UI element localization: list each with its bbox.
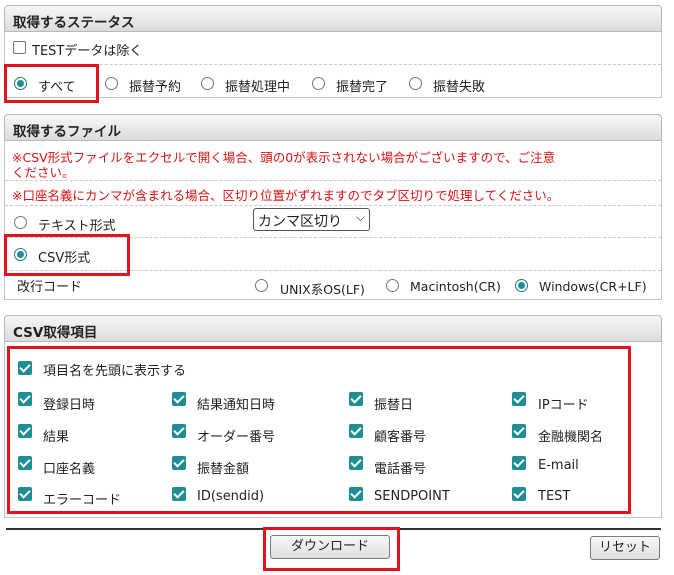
newline-radio-mac[interactable]	[386, 279, 399, 292]
newline-label: 改行コード	[17, 280, 83, 295]
csv-note-line2: ください。	[12, 165, 75, 180]
comma-note: ※口座名義にカンマが含まれる場合、区切り位置がずれますのでタブ区切りで処理してく…	[12, 188, 560, 203]
status-label-processing: 振替処理中	[225, 80, 291, 95]
delimiter-select[interactable]: カンマ区切り ⌵	[253, 208, 370, 231]
format-radio-text[interactable]	[14, 216, 27, 229]
status-radio-completed[interactable]	[312, 77, 325, 90]
highlight-csv-format	[4, 234, 130, 276]
status-radio-failed[interactable]	[409, 77, 422, 90]
divider	[5, 64, 661, 65]
status-section-title: 取得するステータス	[13, 15, 135, 31]
divider	[5, 205, 661, 206]
highlight-all-status	[4, 64, 99, 103]
status-radio-scheduled[interactable]	[105, 77, 118, 90]
exclude-test-label: TESTデータは除く	[32, 44, 143, 59]
delimiter-select-value: カンマ区切り	[258, 214, 342, 230]
exclude-test-checkbox[interactable]	[13, 41, 26, 54]
file-section-title: 取得するファイル	[13, 124, 121, 140]
status-section-header: 取得するステータス	[4, 5, 662, 32]
status-radio-processing[interactable]	[201, 77, 214, 90]
status-label-scheduled: 振替予約	[129, 80, 182, 95]
highlight-csv-items	[7, 346, 631, 514]
chevron-down-icon: ⌵	[355, 210, 365, 224]
newline-radio-windows[interactable]	[515, 279, 528, 292]
format-label-text: テキスト形式	[38, 219, 116, 234]
csv-section-title: CSV取得項目	[13, 325, 98, 341]
divider	[5, 180, 661, 181]
newline-label-mac: Macintosh(CR)	[410, 279, 501, 294]
highlight-download	[263, 527, 400, 571]
newline-label-windows: Windows(CR+LF)	[539, 279, 647, 294]
newline-label-unix: UNIX系OS(LF)	[280, 282, 365, 297]
csv-section-header: CSV取得項目	[4, 315, 662, 342]
newline-radio-unix[interactable]	[255, 279, 268, 292]
reset-button[interactable]: リセット	[590, 536, 660, 560]
status-label-failed: 振替失敗	[433, 80, 486, 95]
csv-note-line1: ※CSV形式ファイルをエクセルで開く場合、頭の0が表示されない場合がございますの…	[12, 150, 556, 165]
status-label-completed: 振替完了	[336, 80, 389, 95]
file-section-header: 取得するファイル	[4, 114, 662, 141]
